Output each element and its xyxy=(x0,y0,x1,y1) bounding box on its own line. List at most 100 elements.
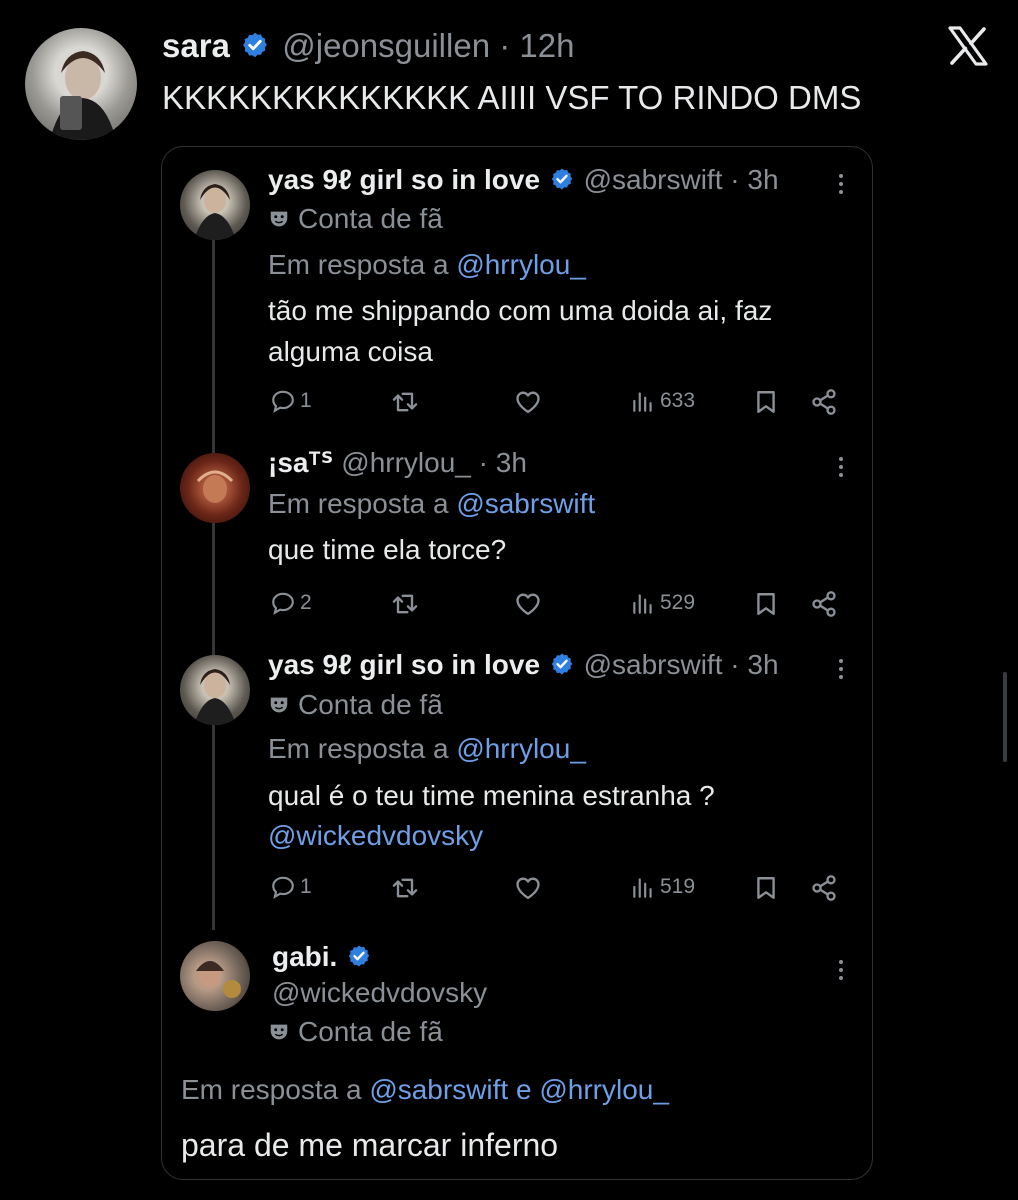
avatar-reply-3-image xyxy=(194,669,236,725)
share-button[interactable] xyxy=(810,874,838,902)
like-button[interactable] xyxy=(514,388,542,416)
retweet-button[interactable] xyxy=(390,874,420,902)
mention-conjunction: e xyxy=(516,1074,532,1105)
verified-badge-icon xyxy=(241,31,269,59)
mention-link[interactable]: @sabrswift xyxy=(369,1074,508,1105)
reply-prefix: Em resposta a xyxy=(268,488,449,519)
avatar-reply-3[interactable] xyxy=(180,655,250,725)
reply-2-text: que time ela torce? xyxy=(268,534,507,565)
reply-2-time[interactable]: 3h xyxy=(496,447,527,478)
post-time[interactable]: 12h xyxy=(519,27,574,64)
mention-link[interactable]: @wickedvdovsky xyxy=(268,816,715,856)
separator-dot: · xyxy=(722,649,748,680)
reply-prefix: Em resposta a xyxy=(268,733,449,764)
avatar-main[interactable] xyxy=(25,28,137,140)
reply-2-handle[interactable]: @hrrylou_ xyxy=(341,447,471,478)
like-icon xyxy=(514,388,542,416)
share-icon xyxy=(810,590,838,618)
reply-2-header: ¡saᵀᔆ @hrrylou_ · 3h xyxy=(268,446,527,480)
views-button[interactable]: 519 xyxy=(630,874,695,900)
verified-badge-icon xyxy=(347,944,371,968)
share-button[interactable] xyxy=(810,590,838,618)
mention-link[interactable]: @hrrylou_ xyxy=(539,1074,669,1105)
mask-icon xyxy=(268,1021,290,1043)
reply-3-time[interactable]: 3h xyxy=(747,649,778,680)
reply-count: 2 xyxy=(300,591,312,614)
reply-count: 1 xyxy=(300,875,312,898)
reply-prefix: Em resposta a xyxy=(181,1074,362,1105)
reply-3-name[interactable]: yas 9ℓ girl so in love xyxy=(268,649,540,680)
reply-2-name[interactable]: ¡saᵀᔆ xyxy=(268,447,333,478)
reply-3-header: yas 9ℓ girl so in love @sabrswift · 3h xyxy=(268,648,779,682)
reply-button[interactable]: 1 xyxy=(270,874,312,900)
avatar-reply-2-image xyxy=(196,470,234,503)
post-text: KKKKKKKKKKKKKK AIIII VSF TO RINDO DMS xyxy=(162,79,862,116)
reply-4-context: Em resposta a @sabrswift e @hrrylou_ xyxy=(181,1073,669,1107)
badge-label: Conta de fã xyxy=(298,689,443,720)
bookmark-icon xyxy=(753,874,779,902)
bookmark-icon xyxy=(753,590,779,618)
mention-link[interactable]: @hrrylou_ xyxy=(456,733,586,764)
mention-link[interactable]: @sabrswift xyxy=(456,488,595,519)
mention-link[interactable]: @hrrylou_ xyxy=(456,249,586,280)
reply-1-text: tão me shippando com uma doida ai, faz a… xyxy=(268,290,772,372)
like-button[interactable] xyxy=(514,874,542,902)
avatar-reply-1[interactable] xyxy=(180,170,250,240)
reply-3-handle[interactable]: @sabrswift xyxy=(584,649,723,680)
reply-1-text-line-1: tão me shippando com uma doida ai, faz xyxy=(268,295,773,326)
reply-1-context: Em resposta a @hrrylou_ xyxy=(268,248,586,282)
reply-1-handle[interactable]: @sabrswift xyxy=(584,164,723,195)
reply-1-time[interactable]: 3h xyxy=(747,164,778,195)
like-icon xyxy=(514,590,542,618)
avatar-reply-4[interactable] xyxy=(180,941,250,1011)
reply-3-text: qual é o teu time menina estranha ? @wic… xyxy=(268,776,715,856)
retweet-icon xyxy=(390,388,420,416)
bookmark-button[interactable] xyxy=(753,874,779,902)
like-icon xyxy=(514,874,542,902)
reply-count: 1 xyxy=(300,389,312,412)
author-name[interactable]: sara xyxy=(162,27,230,64)
bookmark-button[interactable] xyxy=(753,590,779,618)
retweet-button[interactable] xyxy=(390,590,420,618)
mask-icon xyxy=(268,208,290,230)
share-button[interactable] xyxy=(810,388,838,416)
views-button[interactable]: 529 xyxy=(630,590,695,616)
more-icon[interactable] xyxy=(838,659,844,683)
thread-line xyxy=(212,240,215,930)
views-icon xyxy=(630,874,656,900)
more-icon[interactable] xyxy=(838,174,844,198)
avatar-reply-1-image xyxy=(194,184,236,240)
reply-3-context: Em resposta a @hrrylou_ xyxy=(268,732,586,766)
views-icon xyxy=(630,388,656,414)
avatar-reply-2[interactable] xyxy=(180,453,250,523)
author-handle[interactable]: @jeonsguillen xyxy=(282,27,490,64)
scrollbar-thumb[interactable] xyxy=(1003,672,1007,762)
views-count: 529 xyxy=(660,591,696,614)
reply-1-name[interactable]: yas 9ℓ girl so in love xyxy=(268,164,540,195)
reply-3-badge: Conta de fã xyxy=(268,688,443,722)
views-button[interactable]: 633 xyxy=(630,388,695,414)
reply-4-name[interactable]: gabi. xyxy=(272,941,337,972)
views-count: 519 xyxy=(660,875,696,898)
avatar-main-image xyxy=(50,51,116,140)
retweet-icon xyxy=(390,590,420,618)
reply-icon xyxy=(270,388,296,414)
more-icon[interactable] xyxy=(838,960,844,984)
more-icon[interactable] xyxy=(838,457,844,481)
badge-label: Conta de fã xyxy=(298,203,443,234)
reply-4-handle[interactable]: @wickedvdovsky xyxy=(272,976,487,1010)
retweet-button[interactable] xyxy=(390,388,420,416)
like-button[interactable] xyxy=(514,590,542,618)
reply-button[interactable]: 1 xyxy=(270,388,312,414)
x-logo-icon[interactable] xyxy=(944,22,992,75)
reply-1-badge: Conta de fã xyxy=(268,202,443,236)
views-count: 633 xyxy=(660,389,696,412)
reply-1-text-line-2: alguma coisa xyxy=(268,336,433,367)
share-icon xyxy=(810,874,838,902)
post-header: sara @jeonsguillen · 12h xyxy=(162,28,574,64)
verified-badge-icon xyxy=(550,167,574,191)
bookmark-button[interactable] xyxy=(753,388,779,416)
reply-button[interactable]: 2 xyxy=(270,590,312,616)
separator-dot: · xyxy=(490,27,520,64)
reply-2-context: Em resposta a @sabrswift xyxy=(268,487,595,521)
